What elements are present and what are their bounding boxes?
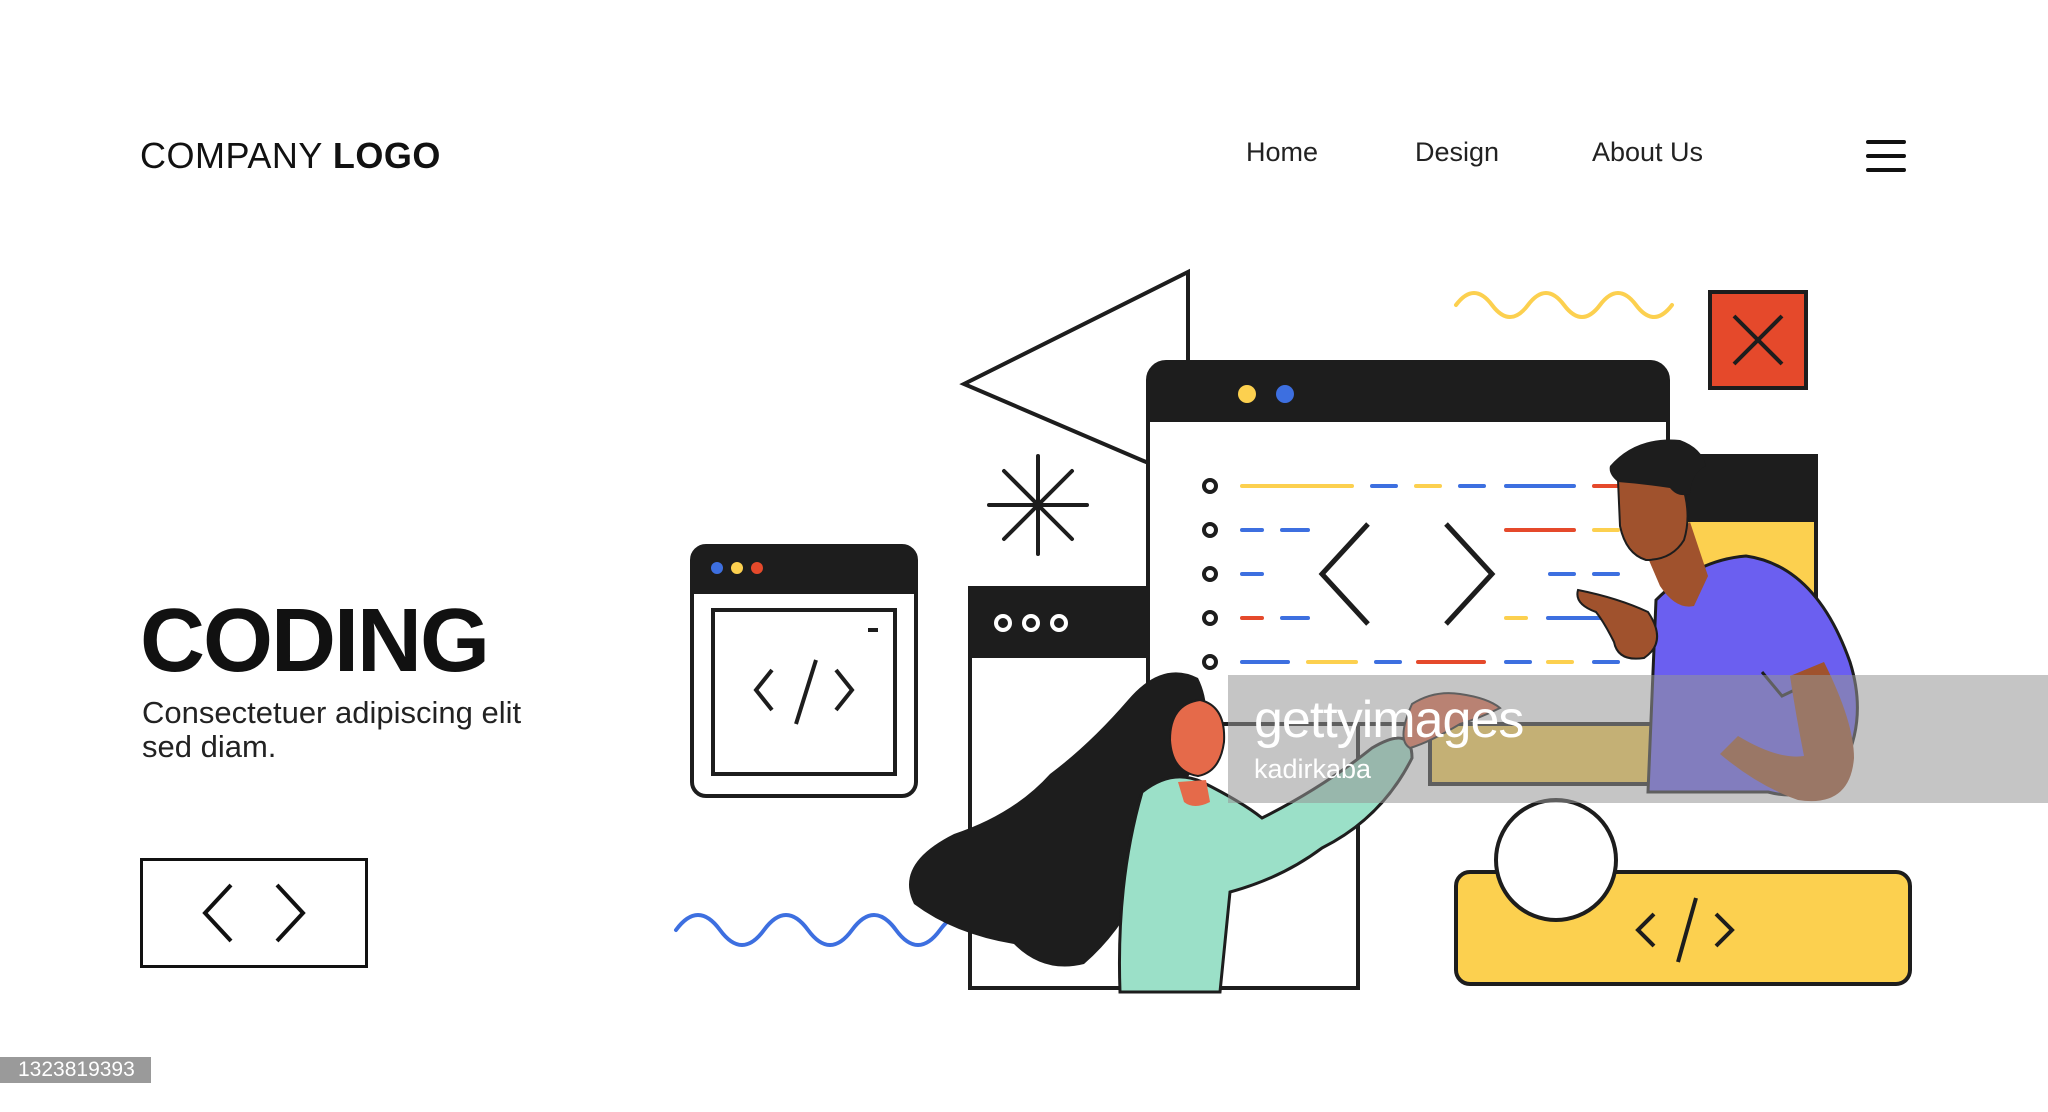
landing-page: COMPANY LOGO Home Design About Us CODING … — [0, 0, 2048, 1112]
watermark-author: kadirkaba — [1254, 754, 1372, 784]
sparkle-icon — [987, 454, 1089, 556]
blue-wave — [674, 913, 986, 947]
main-code-editor — [1146, 360, 1670, 726]
yellow-code-card — [1454, 798, 1912, 986]
yellow-wave — [1454, 291, 1674, 319]
coding-illustration — [674, 268, 1912, 994]
watermark-brand: gettyimages — [1254, 691, 1524, 749]
close-icon — [1708, 290, 1808, 390]
small-browser-window — [690, 544, 918, 798]
stock-image-id: 1323819393 — [0, 1057, 151, 1083]
